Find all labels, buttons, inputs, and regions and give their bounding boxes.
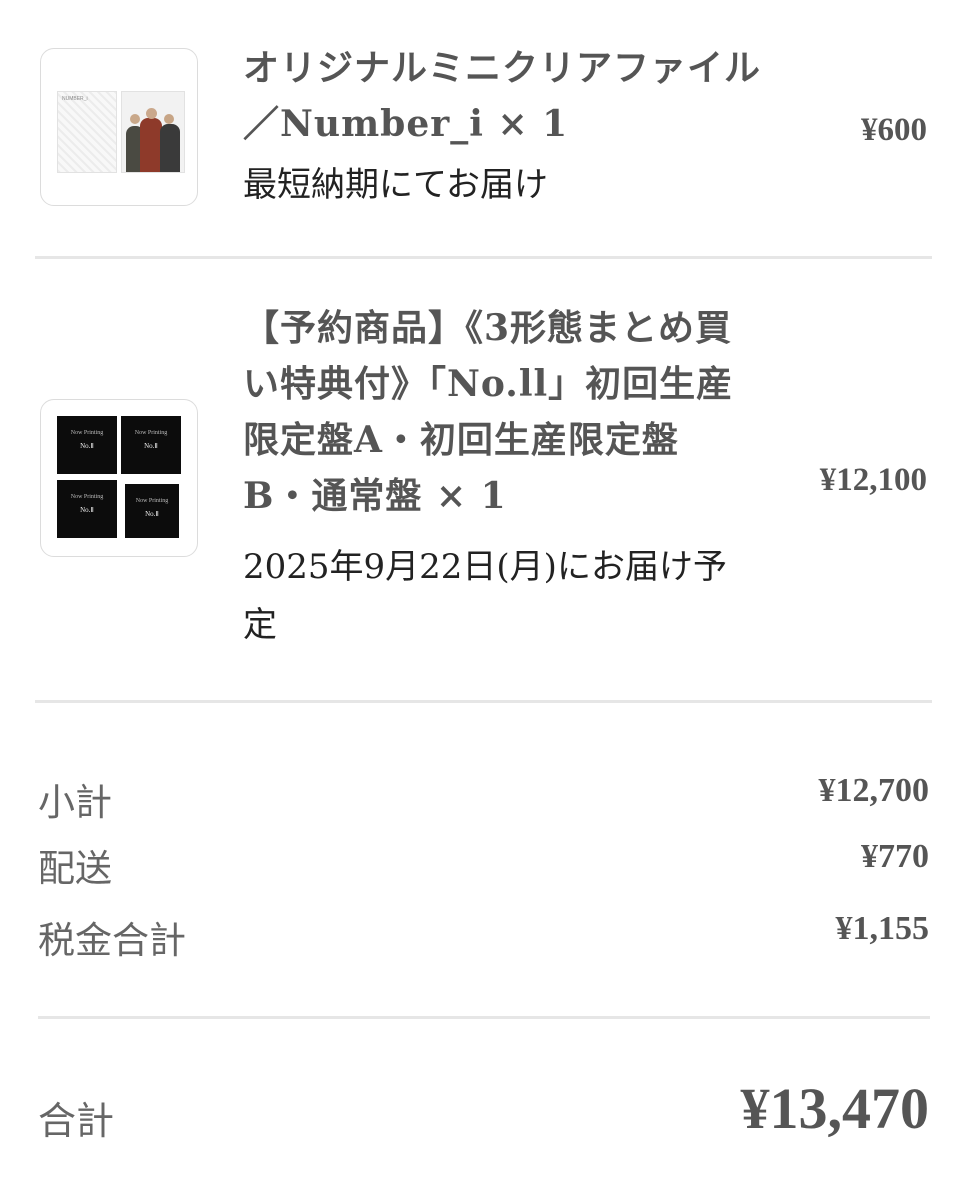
album-cover-a: Now Printing No.Ⅱ bbox=[57, 416, 117, 474]
total-label: 合計 bbox=[38, 1099, 115, 1143]
product-thumbnail-album[interactable]: Now Printing No.Ⅱ Now Printing No.Ⅱ Now … bbox=[40, 399, 198, 557]
total-value: ¥13,470 bbox=[740, 1076, 930, 1141]
shipping-value: ¥770 bbox=[861, 838, 929, 875]
divider bbox=[35, 700, 932, 703]
product-title[interactable]: オリジナルミニクリアファイル／Number_i × 1 bbox=[243, 40, 763, 152]
subtotal-value: ¥12,700 bbox=[818, 772, 930, 809]
product-price: ¥12,100 bbox=[819, 462, 927, 498]
product-title[interactable]: 【予約商品】《3形態まとめ買い特典付》「No.ll」初回生産限定盤A・初回生産限… bbox=[243, 300, 743, 524]
clear-file-logo-text: NUMBER_i bbox=[62, 96, 88, 102]
delivery-note: 最短納期にてお届け bbox=[243, 165, 548, 205]
divider bbox=[38, 1016, 930, 1019]
product-price: ¥600 bbox=[861, 112, 927, 148]
product-quantity: × 1 bbox=[497, 103, 569, 145]
product-thumbnail-clear-file[interactable]: NUMBER_i bbox=[40, 48, 198, 206]
product-quantity: × 1 bbox=[435, 475, 507, 517]
shipping-label: 配送 bbox=[38, 847, 112, 890]
album-cover-c: Now Printing No.Ⅱ bbox=[57, 480, 117, 538]
delivery-note: 2025年9月22日(月)にお届け予定 bbox=[243, 547, 727, 645]
tax-value: ¥1,155 bbox=[835, 910, 930, 947]
tax-label: 税金合計 bbox=[38, 919, 186, 962]
album-cover-b: Now Printing No.Ⅱ bbox=[121, 416, 181, 474]
clear-file-photo-image bbox=[121, 91, 185, 173]
subtotal-label: 小計 bbox=[38, 781, 112, 824]
divider bbox=[35, 256, 932, 259]
album-cover-d: Now Printing No.Ⅱ bbox=[125, 484, 179, 538]
clear-file-front-image: NUMBER_i bbox=[57, 91, 117, 173]
